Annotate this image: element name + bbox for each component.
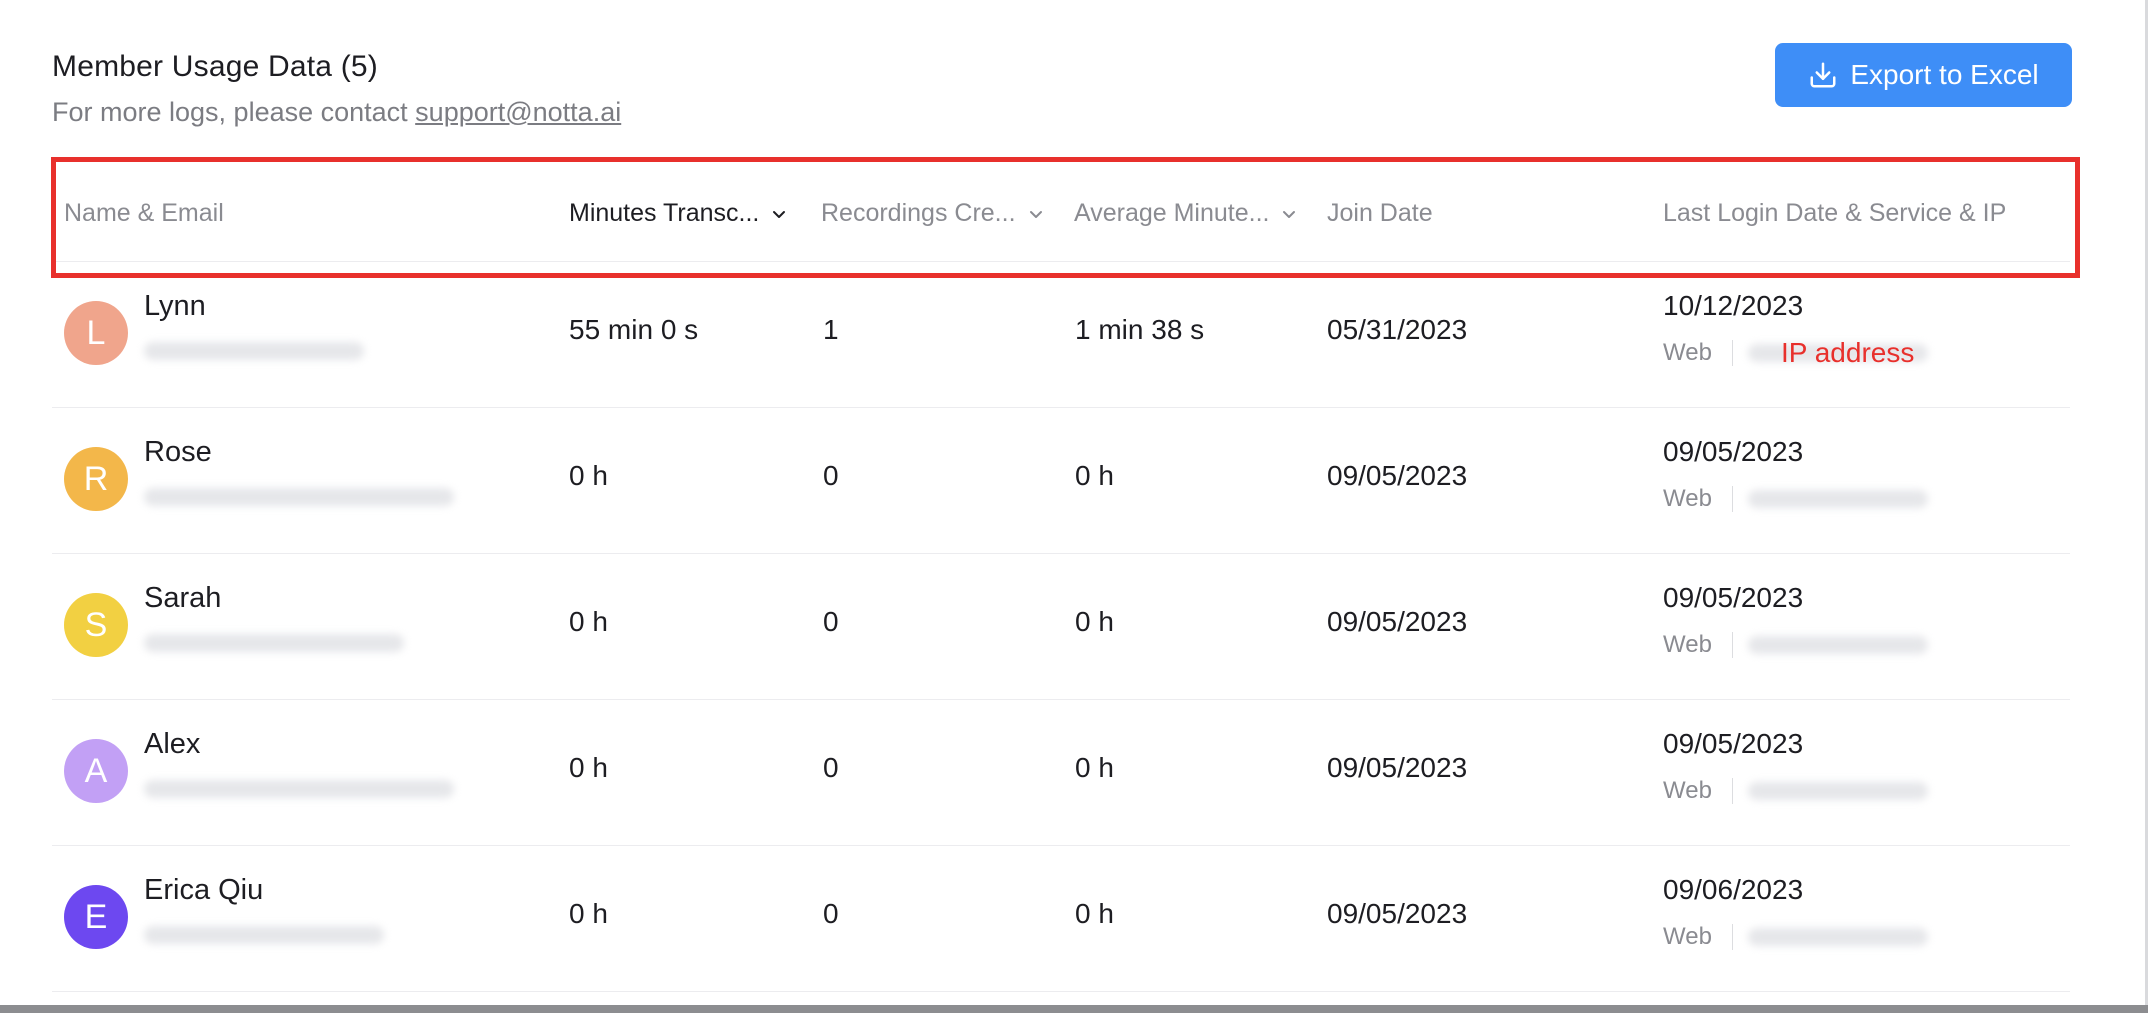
- member-name: Erica Qiu: [144, 874, 264, 906]
- average-minutes-cell: 0 h: [1075, 460, 1114, 491]
- service-label: Web: [1663, 631, 1712, 658]
- member-name: Lynn: [144, 290, 206, 322]
- chevron-down-icon: [773, 210, 786, 218]
- ip-redacted: [1748, 928, 1928, 946]
- minutes-transcribed-cell: 0 h: [569, 752, 608, 783]
- table-row: L Lynn 55 min 0 s 1 1 min 38 s 05/31/202…: [52, 262, 2070, 408]
- ip-redacted: [1748, 636, 1928, 654]
- average-minutes-cell: 1 min 38 s: [1075, 314, 1205, 345]
- join-date-cell: 09/05/2023: [1327, 606, 1468, 637]
- service-label: Web: [1663, 777, 1712, 804]
- table-row: R Rose 0 h 0 0 h 09/05/2023 09/05/2023 W…: [52, 408, 2070, 554]
- service-divider: [1732, 340, 1733, 366]
- member-usage-panel: Member Usage Data (5) For more logs, ple…: [0, 0, 2148, 1005]
- ip-redacted: [1748, 782, 1928, 800]
- column-label: Join Date: [1327, 199, 1433, 227]
- service-divider: [1732, 486, 1733, 512]
- avatar: A: [64, 739, 128, 803]
- column-header-average-minutes[interactable]: Average Minute...: [1074, 165, 1297, 262]
- join-date-cell: 09/05/2023: [1327, 460, 1468, 491]
- table-row: S Sarah 0 h 0 0 h 09/05/2023 09/05/2023 …: [52, 554, 2070, 700]
- member-name: Sarah: [144, 582, 222, 614]
- ip-address-annotation: IP address: [1781, 337, 1915, 368]
- last-login-date: 09/05/2023: [1663, 436, 1804, 467]
- subtitle-text: For more logs, please contact: [52, 97, 416, 127]
- member-name: Rose: [144, 436, 212, 468]
- export-to-excel-button[interactable]: Export to Excel: [1775, 43, 2072, 107]
- last-login-date: 10/12/2023: [1663, 290, 1804, 321]
- chevron-down-icon: [1283, 210, 1296, 218]
- ip-redacted: [1748, 490, 1928, 508]
- last-login-date: 09/06/2023: [1663, 874, 1804, 905]
- recordings-created-cell: 0: [823, 460, 839, 491]
- column-label: Minutes Transc...: [569, 199, 760, 227]
- column-header-recordings-created[interactable]: Recordings Cre...: [821, 165, 1044, 262]
- support-email-link[interactable]: support@notta.ai: [415, 97, 621, 127]
- column-label: Average Minute...: [1074, 199, 1270, 227]
- page-title: Member Usage Data (5): [52, 50, 378, 83]
- member-email-redacted: [144, 926, 384, 944]
- recordings-created-cell: 0: [823, 898, 839, 929]
- service-divider: [1732, 632, 1733, 658]
- average-minutes-cell: 0 h: [1075, 752, 1114, 783]
- avatar: S: [64, 593, 128, 657]
- service-divider: [1732, 778, 1733, 804]
- member-name: Alex: [144, 728, 201, 760]
- minutes-transcribed-cell: 55 min 0 s: [569, 314, 699, 345]
- recordings-created-cell: 0: [823, 606, 839, 637]
- service-label: Web: [1663, 485, 1712, 512]
- column-label: Last Login Date & Service & IP: [1663, 199, 2007, 227]
- recordings-created-cell: 1: [823, 314, 839, 345]
- member-email-redacted: [144, 488, 454, 506]
- column-label: Name & Email: [64, 199, 224, 227]
- join-date-cell: 09/05/2023: [1327, 898, 1468, 929]
- column-header-last-login: Last Login Date & Service & IP: [1663, 165, 2006, 262]
- page-subtitle: For more logs, please contact support@no…: [52, 97, 621, 128]
- join-date-cell: 09/05/2023: [1327, 752, 1468, 783]
- table-row: E Erica Qiu 0 h 0 0 h 09/05/2023 09/06/2…: [52, 846, 2070, 992]
- avatar: R: [64, 447, 128, 511]
- export-button-label: Export to Excel: [1850, 59, 2039, 90]
- column-header-name-email: Name & Email: [64, 165, 224, 262]
- service-label: Web: [1663, 339, 1712, 366]
- average-minutes-cell: 0 h: [1075, 606, 1114, 637]
- service-divider: [1732, 924, 1733, 950]
- member-email-redacted: [144, 342, 364, 360]
- table-row: A Alex 0 h 0 0 h 09/05/2023 09/05/2023 W…: [52, 700, 2070, 846]
- column-label: Recordings Cre...: [821, 199, 1016, 227]
- service-label: Web: [1663, 923, 1712, 950]
- minutes-transcribed-cell: 0 h: [569, 606, 608, 637]
- last-login-date: 09/05/2023: [1663, 728, 1804, 759]
- join-date-cell: 05/31/2023: [1327, 314, 1468, 345]
- column-header-join-date: Join Date: [1327, 165, 1433, 262]
- avatar: E: [64, 885, 128, 949]
- download-icon: [1810, 62, 1836, 88]
- member-email-redacted: [144, 780, 454, 798]
- average-minutes-cell: 0 h: [1075, 898, 1114, 929]
- minutes-transcribed-cell: 0 h: [569, 898, 608, 929]
- avatar: L: [64, 301, 128, 365]
- table-header: Name & Email Minutes Transc... Recording…: [52, 165, 2070, 262]
- minutes-transcribed-cell: 0 h: [569, 460, 608, 491]
- chevron-down-icon: [1029, 210, 1042, 218]
- bottom-bar: [0, 1005, 2148, 1013]
- column-header-minutes-transcribed[interactable]: Minutes Transc...: [569, 165, 787, 262]
- last-login-date: 09/05/2023: [1663, 582, 1804, 613]
- member-email-redacted: [144, 634, 404, 652]
- recordings-created-cell: 0: [823, 752, 839, 783]
